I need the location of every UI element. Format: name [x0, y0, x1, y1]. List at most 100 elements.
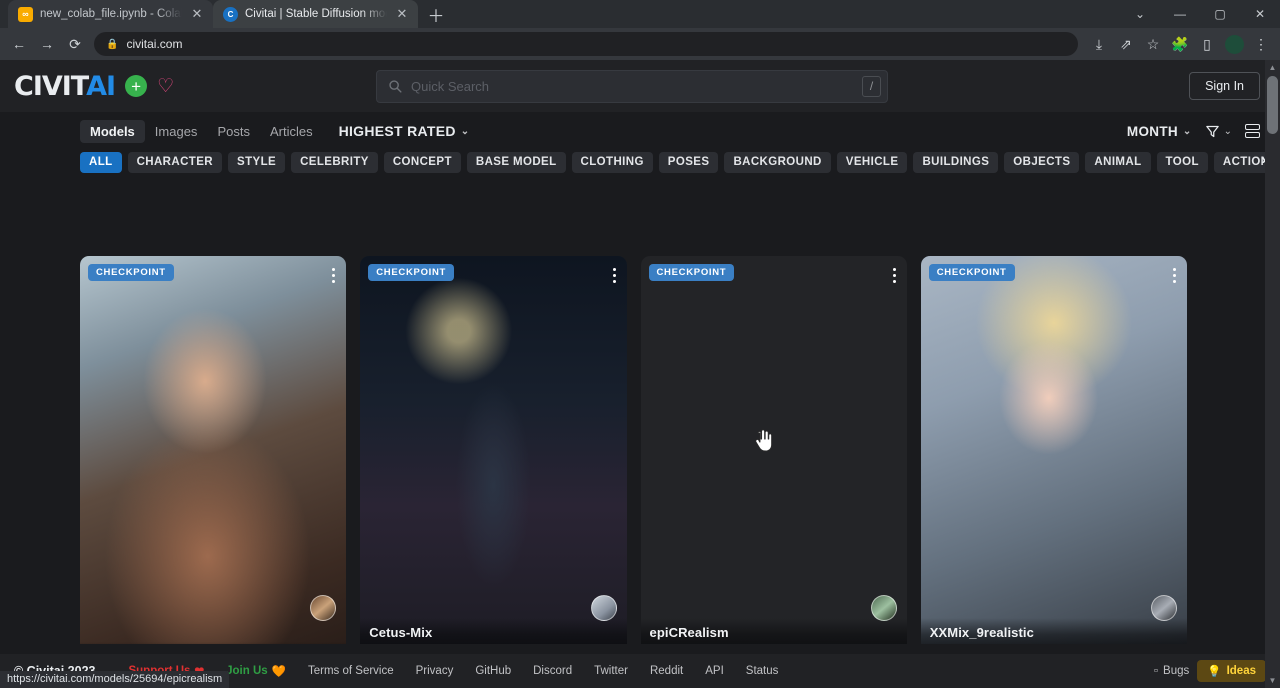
install-icon[interactable]: ⤓ [1086, 31, 1112, 57]
tag-vehicle[interactable]: VEHICLE [837, 152, 908, 173]
footer-link-twitter[interactable]: Twitter [583, 665, 639, 677]
address-bar[interactable]: 🔒 civitai.com [94, 32, 1078, 56]
tag-celebrity[interactable]: CELEBRITY [291, 152, 378, 173]
browser-window: ∞ new_colab_file.ipynb - Colaborat ✕ C C… [0, 0, 1280, 688]
scroll-up-icon[interactable]: ▲ [1265, 60, 1280, 75]
sort-dropdown[interactable]: HIGHEST RATED ⌄ [339, 123, 470, 139]
tag-poses[interactable]: POSES [659, 152, 719, 173]
search-shortcut-key: / [862, 76, 881, 97]
create-button[interactable]: + [125, 75, 147, 97]
close-icon[interactable]: ✕ [189, 6, 205, 22]
sidepanel-icon[interactable]: ▯ [1194, 31, 1220, 57]
tag-concept[interactable]: CONCEPT [384, 152, 461, 173]
site-logo[interactable]: CIVITAI + ♡ [14, 73, 174, 100]
category-tag-row[interactable]: ALL CHARACTER STYLE CELEBRITY CONCEPT BA… [0, 150, 1280, 174]
tag-clothing[interactable]: CLOTHING [572, 152, 653, 173]
card-thumbnail [641, 256, 907, 644]
bugs-label: Bugs [1163, 665, 1189, 677]
sign-in-button[interactable]: Sign In [1189, 72, 1260, 100]
tab-images[interactable]: Images [145, 120, 208, 143]
tag-base-model[interactable]: BASE MODEL [467, 152, 566, 173]
scroll-down-icon[interactable]: ▼ [1265, 673, 1280, 688]
tag-animal[interactable]: ANIMAL [1085, 152, 1150, 173]
footer-link-github[interactable]: GitHub [464, 665, 522, 677]
tab-models[interactable]: Models [80, 120, 145, 143]
model-card-grid: CHECKPOINT DreamShaper CHECKPOINT Cetus-… [80, 256, 1187, 644]
footer-link-terms[interactable]: Terms of Service [297, 665, 405, 677]
browser-titlebar: ∞ new_colab_file.ipynb - Colaborat ✕ C C… [0, 0, 1280, 28]
bugs-button[interactable]: ▫ Bugs [1154, 665, 1189, 677]
back-icon[interactable]: ← [6, 31, 32, 57]
tab-title: Civitai | Stable Diffusion models, [245, 8, 387, 20]
tag-background[interactable]: BACKGROUND [724, 152, 830, 173]
search-icon [388, 79, 402, 93]
browser-tab-colab[interactable]: ∞ new_colab_file.ipynb - Colaborat ✕ [8, 0, 213, 28]
tag-style[interactable]: STYLE [228, 152, 285, 173]
card-title: Cetus-Mix [369, 625, 617, 640]
tag-tool[interactable]: TOOL [1157, 152, 1208, 173]
extensions-puzzle-icon[interactable]: 🧩 [1167, 31, 1193, 57]
scrollbar-thumb[interactable] [1267, 76, 1278, 134]
tag-character[interactable]: CHARACTER [128, 152, 222, 173]
orange-heart-icon: 🧡 [272, 664, 286, 678]
card-menu-icon[interactable] [893, 268, 896, 283]
card-thumbnail [360, 256, 626, 644]
period-dropdown[interactable]: MONTH ⌄ [1127, 124, 1192, 139]
ideas-button[interactable]: 💡 Ideas [1197, 660, 1266, 682]
avatar[interactable] [871, 595, 897, 621]
model-card[interactable]: CHECKPOINT epiCRealism ★★★★★ 305 ♡ 3.4 [641, 256, 907, 644]
chevron-down-icon: ⌄ [1224, 126, 1232, 137]
chrome-menu-icon[interactable]: ⋮ [1248, 31, 1274, 57]
tab-title: new_colab_file.ipynb - Colaborat [40, 8, 182, 20]
tag-objects[interactable]: OBJECTS [1004, 152, 1079, 173]
close-icon[interactable]: ✕ [394, 6, 410, 22]
card-thumbnail [80, 256, 346, 644]
heart-icon[interactable]: ♡ [157, 77, 174, 96]
minimize-icon[interactable]: — [1160, 0, 1200, 28]
lock-icon: 🔒 [106, 39, 118, 50]
footer-link-api[interactable]: API [694, 665, 735, 677]
card-menu-icon[interactable] [332, 268, 335, 283]
footer-link-discord[interactable]: Discord [522, 665, 583, 677]
avatar[interactable] [1151, 595, 1177, 621]
footer-link-reddit[interactable]: Reddit [639, 665, 694, 677]
layout-toggle-icon[interactable] [1245, 124, 1260, 138]
status-badge: CHECKPOINT [649, 264, 735, 281]
window-controls: ⌄ — ▢ ✕ [1120, 0, 1280, 28]
profile-avatar-icon[interactable] [1221, 31, 1247, 57]
card-menu-icon[interactable] [1173, 268, 1176, 283]
status-badge: CHECKPOINT [929, 264, 1015, 281]
new-tab-button[interactable]: ＋ [422, 0, 450, 28]
tag-buildings[interactable]: BUILDINGS [913, 152, 998, 173]
share-icon[interactable]: ⇗ [1113, 31, 1139, 57]
close-window-icon[interactable]: ✕ [1240, 0, 1280, 28]
tag-all[interactable]: ALL [80, 152, 122, 173]
card-footer: XXMix_9realistic ★★★★★ 193 ♡ 4.5K [921, 618, 1187, 644]
browser-toolbar: ← → ⟳ 🔒 civitai.com ⤓ ⇗ ☆ 🧩 ▯ ⋮ [0, 28, 1280, 60]
model-card[interactable]: CHECKPOINT DreamShaper [80, 256, 346, 644]
ideas-label: Ideas [1227, 665, 1256, 677]
colab-icon: ∞ [18, 7, 33, 22]
filter-button[interactable]: ⌄ [1205, 124, 1232, 139]
model-card[interactable]: CHECKPOINT XXMix_9realistic ★★★★★ 193 ♡ [921, 256, 1187, 644]
footer-link-status[interactable]: Status [735, 665, 790, 677]
toolbar-actions: ⤓ ⇗ ☆ 🧩 ▯ ⋮ [1086, 31, 1274, 57]
forward-icon[interactable]: → [34, 31, 60, 57]
page-scrollbar[interactable]: ▲ ▼ [1265, 60, 1280, 688]
reload-icon[interactable]: ⟳ [62, 31, 88, 57]
search-input[interactable]: Quick Search / [376, 70, 888, 103]
bookmark-star-icon[interactable]: ☆ [1140, 31, 1166, 57]
avatar[interactable] [591, 595, 617, 621]
browser-tab-civitai[interactable]: C Civitai | Stable Diffusion models, ✕ [213, 0, 418, 28]
tab-list-icon[interactable]: ⌄ [1120, 0, 1160, 28]
tab-articles[interactable]: Articles [260, 120, 323, 143]
logo-text-accent: AI [86, 71, 115, 102]
footer-link-privacy[interactable]: Privacy [405, 665, 465, 677]
tab-posts[interactable]: Posts [207, 120, 260, 143]
card-menu-icon[interactable] [613, 268, 616, 283]
maximize-icon[interactable]: ▢ [1200, 0, 1240, 28]
card-title: XXMix_9realistic [930, 625, 1178, 640]
model-card[interactable]: CHECKPOINT Cetus-Mix ★★★★★ 225 ♡ 2.7K [360, 256, 626, 644]
address-bar-url: civitai.com [126, 37, 182, 51]
status-badge: CHECKPOINT [368, 264, 454, 281]
